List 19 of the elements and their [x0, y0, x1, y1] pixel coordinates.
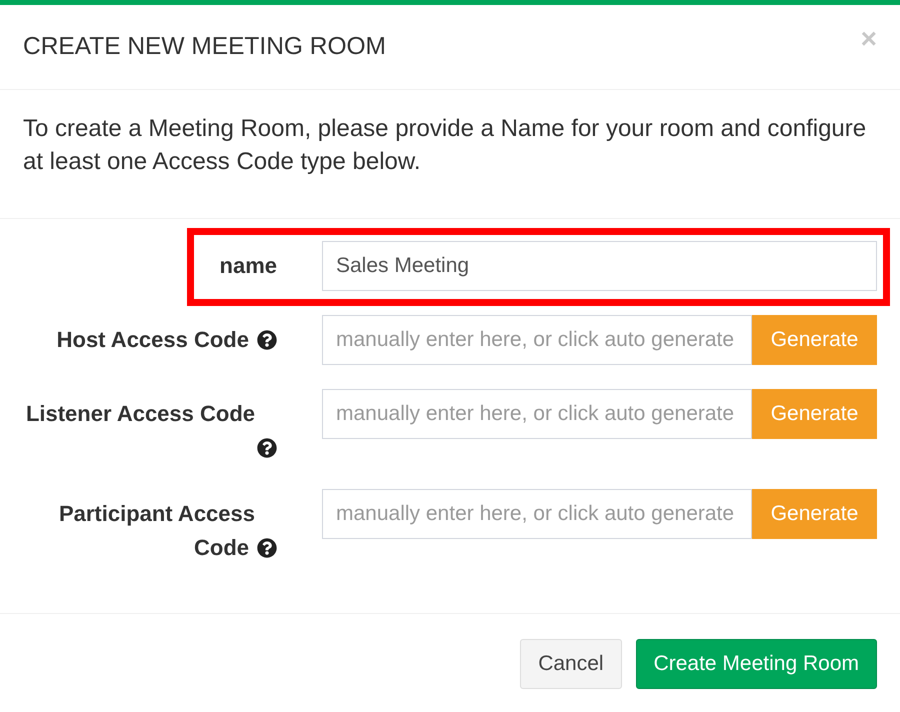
access-code-input[interactable]: manually enter here, or click auto generate [322, 315, 752, 365]
generate-button[interactable]: Generate [752, 489, 877, 539]
access-code-input[interactable]: manually enter here, or click auto generate [322, 489, 752, 539]
field-label: name [220, 253, 277, 278]
help-icon[interactable] [257, 538, 277, 558]
help-icon[interactable] [257, 438, 277, 458]
access-code-input[interactable]: manually enter here, or click auto generate [322, 389, 752, 439]
field-label: Host Access Code [56, 327, 249, 352]
modal-title: CREATE NEW MEETING ROOM [23, 32, 386, 62]
generate-button[interactable]: Generate [752, 315, 877, 365]
create-button[interactable]: Create Meeting Room [636, 639, 877, 689]
help-icon[interactable] [257, 330, 277, 350]
close-button[interactable]: × [860, 27, 877, 51]
intro-text: To create a Meeting Room, please provide a Name for your room and configure at least one Access Code type below. [23, 114, 868, 177]
name-input[interactable]: Sales Meeting [322, 241, 877, 291]
field-label: Listener Access Code [26, 401, 255, 426]
cancel-button[interactable]: Cancel [520, 639, 622, 689]
field-label: Participant Access Code [58, 501, 255, 560]
generate-button[interactable]: Generate [752, 389, 877, 439]
